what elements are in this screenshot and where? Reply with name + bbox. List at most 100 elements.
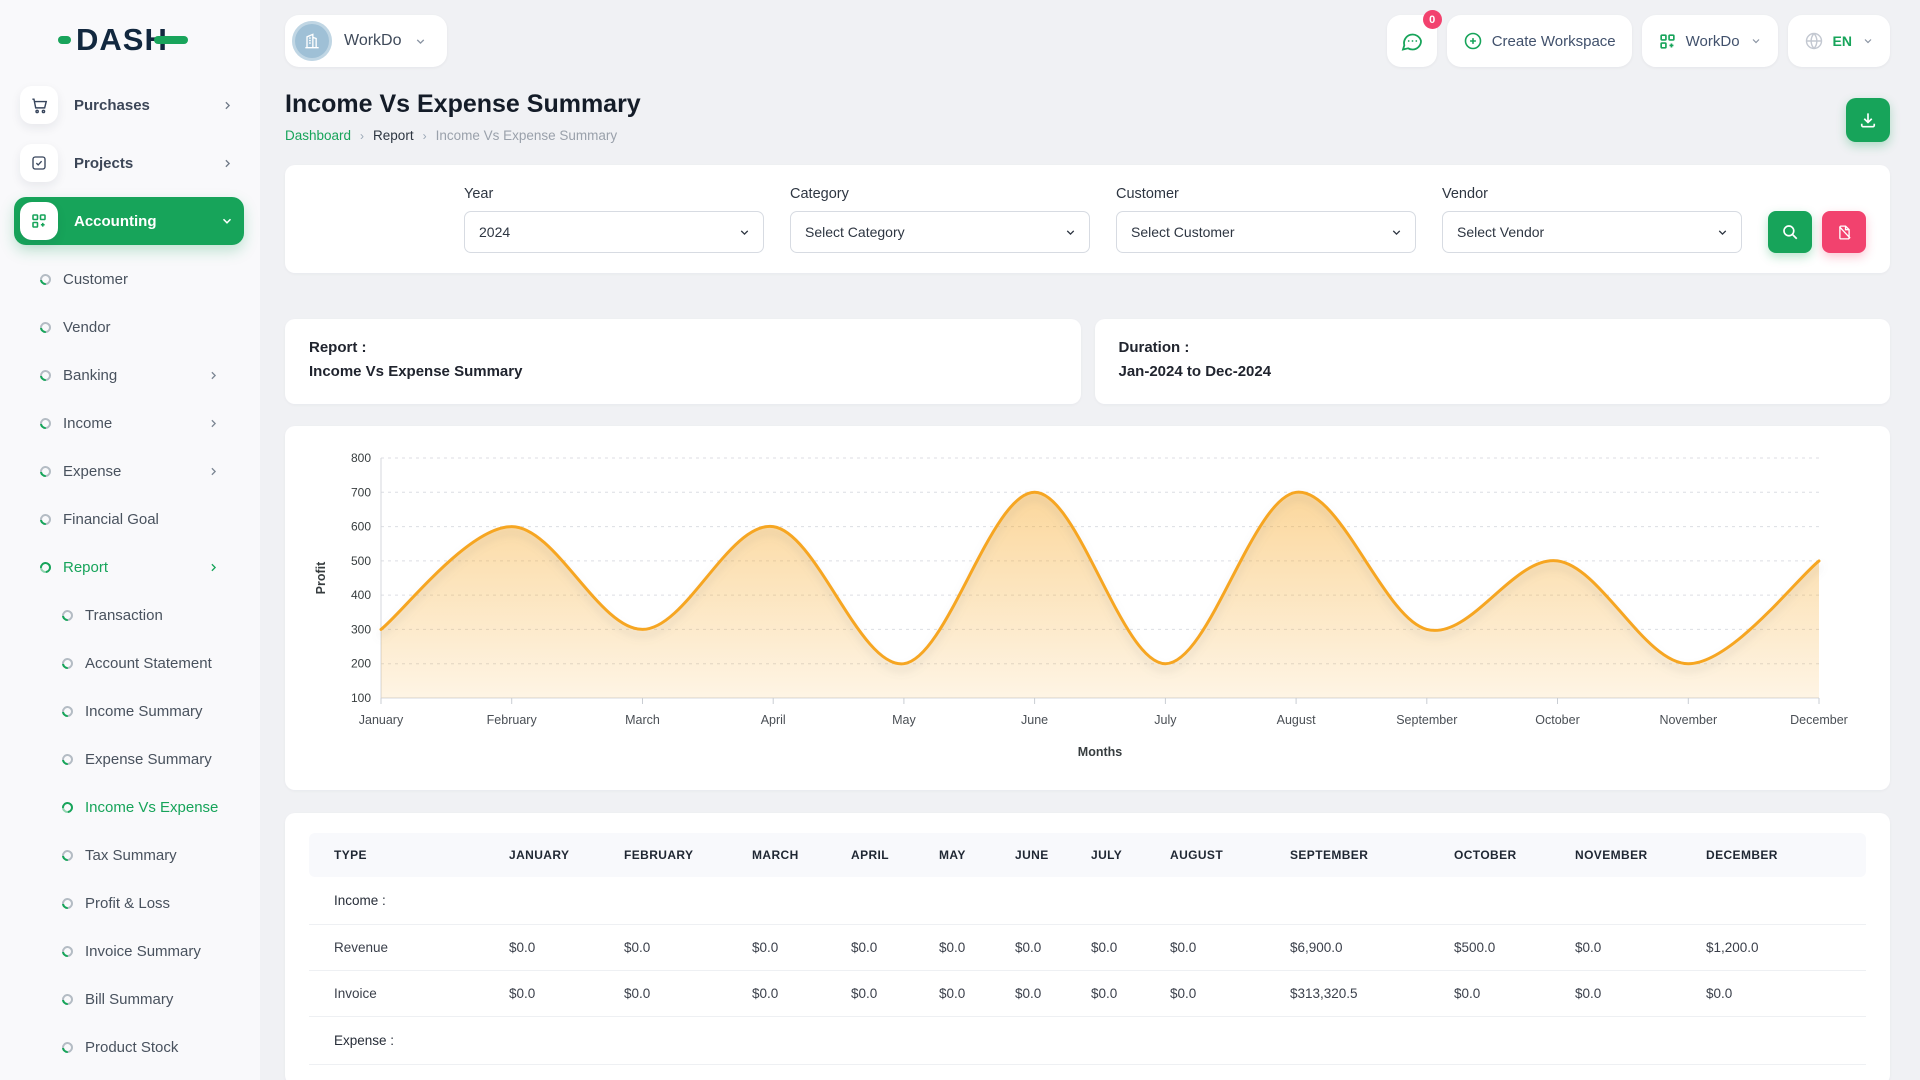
column-header-december: DECEMBER (1706, 833, 1866, 877)
svg-text:February: February (487, 713, 538, 727)
chevron-down-icon (414, 35, 427, 48)
vendor-select[interactable]: Select Vendor (1442, 211, 1742, 253)
cell-value: $0.0 (1706, 971, 1866, 1017)
sidebar-item-profit-loss[interactable]: Profit & Loss (0, 879, 260, 927)
customer-value: Select Customer (1131, 224, 1234, 240)
bullet-icon (38, 511, 53, 526)
sidebar-item-invoice-summary[interactable]: Invoice Summary (0, 927, 260, 975)
duration-card: Duration : Jan-2024 to Dec-2024 (1095, 319, 1891, 404)
bullet-icon (38, 415, 53, 430)
column-header-april: APRIL (851, 833, 939, 877)
table-row-invoice: Invoice$0.0$0.0$0.0$0.0$0.0$0.0$0.0$0.0$… (309, 971, 1866, 1017)
create-workspace-label: Create Workspace (1492, 33, 1616, 50)
column-header-august: AUGUST (1170, 833, 1290, 877)
cell-value: $0.0 (509, 925, 624, 971)
column-header-july: JULY (1091, 833, 1170, 877)
sidebar-item-transaction[interactable]: Transaction (0, 591, 260, 639)
sidebar-item-income-vs-expense[interactable]: Income Vs Expense (0, 783, 260, 831)
sidebar-item-product-stock[interactable]: Product Stock (0, 1023, 260, 1071)
customer-select[interactable]: Select Customer (1116, 211, 1416, 253)
sidebar-item-label: Profit & Loss (85, 895, 260, 912)
workdo-menu-button[interactable]: WorkDo (1642, 15, 1778, 67)
chevron-down-icon (1064, 226, 1077, 239)
messages-button[interactable]: 0 (1387, 15, 1437, 67)
chevron-right-icon (207, 465, 220, 478)
chevron-right-icon (207, 369, 220, 382)
sidebar-item-expense[interactable]: Expense (0, 447, 260, 495)
sidebar-item-report[interactable]: Report (0, 543, 260, 591)
sidebar-item-customer[interactable]: Customer (0, 255, 260, 303)
chevron-right-icon (207, 561, 220, 574)
filter-year: Year 2024 (464, 186, 764, 253)
main-area: WorkDo 0 Create Workspace (260, 0, 1920, 1080)
cell-value: $0.0 (1170, 971, 1290, 1017)
income-expense-table: TYPEJANUARYFEBRUARYMARCHAPRILMAYJUNEJULY… (309, 833, 1866, 1065)
download-icon (1858, 110, 1878, 130)
sidebar-item-expense-summary[interactable]: Expense Summary (0, 735, 260, 783)
sidebar-item-label: Accounting (74, 213, 220, 230)
breadcrumb: Dashboard › Report › Income Vs Expense S… (285, 128, 641, 143)
workdo-menu-label: WorkDo (1686, 33, 1740, 50)
download-report-button[interactable] (1846, 98, 1890, 142)
sidebar-item-label: Transaction (85, 607, 260, 624)
column-header-november: NOVEMBER (1575, 833, 1706, 877)
check-square-icon (20, 144, 58, 182)
svg-text:400: 400 (351, 588, 371, 602)
sidebar-item-financial-goal[interactable]: Financial Goal (0, 495, 260, 543)
clear-filter-icon (1836, 224, 1853, 241)
category-select[interactable]: Select Category (790, 211, 1090, 253)
cell-value: $6,900.0 (1290, 925, 1454, 971)
sidebar-item-cash-flow[interactable]: Cash Flow (0, 1071, 260, 1080)
column-header-october: OCTOBER (1454, 833, 1575, 877)
reset-filter-button[interactable] (1822, 211, 1866, 253)
table-section-income: Income : (309, 877, 1866, 925)
svg-text:August: August (1277, 713, 1316, 727)
income-vs-expense-chart[interactable]: 100200300400500600700800JanuaryFebruaryM… (309, 444, 1866, 780)
page-header: Income Vs Expense Summary Dashboard › Re… (285, 90, 1890, 143)
workspace-selector[interactable]: WorkDo (285, 15, 447, 67)
cart-icon (20, 86, 58, 124)
sidebar-item-banking[interactable]: Banking (0, 351, 260, 399)
language-code: EN (1833, 33, 1852, 49)
svg-text:100: 100 (351, 691, 371, 705)
svg-text:November: November (1659, 713, 1717, 727)
language-selector[interactable]: EN (1788, 15, 1890, 67)
sidebar-item-tax-summary[interactable]: Tax Summary (0, 831, 260, 879)
brand-logo[interactable]: DASH (58, 24, 260, 55)
svg-text:Months: Months (1078, 745, 1122, 759)
sidebar-item-vendor[interactable]: Vendor (0, 303, 260, 351)
year-select[interactable]: 2024 (464, 211, 764, 253)
sidebar-item-label: Projects (74, 155, 221, 172)
sidebar-item-account-statement[interactable]: Account Statement (0, 639, 260, 687)
filter-buttons (1768, 211, 1866, 253)
sidebar-item-label: Vendor (63, 319, 260, 336)
bullet-icon (38, 319, 53, 334)
chat-icon (1400, 29, 1424, 53)
sidebar-item-income[interactable]: Income (0, 399, 260, 447)
app-root: DASH Purchases Projects Accounting Customer… (0, 0, 1920, 1080)
svg-text:300: 300 (351, 622, 371, 636)
svg-text:Profit: Profit (314, 561, 328, 594)
sidebar-item-purchases[interactable]: Purchases (14, 81, 244, 129)
sidebar-item-bill-summary[interactable]: Bill Summary (0, 975, 260, 1023)
page-heading-block: Income Vs Expense Summary Dashboard › Re… (285, 90, 641, 143)
sidebar-item-label: Expense (63, 463, 207, 480)
apply-filter-button[interactable] (1768, 211, 1812, 253)
svg-text:September: September (1396, 713, 1457, 727)
sidebar-item-accounting[interactable]: Accounting (14, 197, 244, 245)
sidebar-item-projects[interactable]: Projects (14, 139, 244, 187)
cell-value: $0.0 (1575, 925, 1706, 971)
category-value: Select Category (805, 224, 905, 240)
bullet-icon (38, 271, 53, 286)
create-workspace-button[interactable]: Create Workspace (1447, 15, 1632, 67)
cell-value: $313,320.5 (1290, 971, 1454, 1017)
breadcrumb-report[interactable]: Report (373, 128, 414, 143)
sidebar-item-income-summary[interactable]: Income Summary (0, 687, 260, 735)
breadcrumb-dashboard[interactable]: Dashboard (285, 128, 351, 143)
bullet-icon (38, 367, 53, 382)
table-section-expense: Expense : (309, 1017, 1866, 1065)
bullet-icon (60, 655, 75, 670)
sidebar-item-label: Income Summary (85, 703, 260, 720)
svg-text:700: 700 (351, 485, 371, 499)
duration-value: Jan-2024 to Dec-2024 (1119, 363, 1867, 380)
